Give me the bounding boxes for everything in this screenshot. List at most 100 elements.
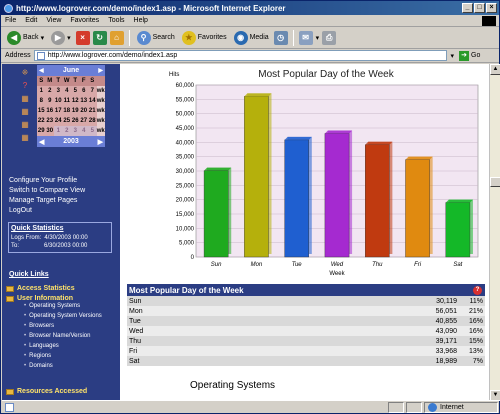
search-label: Search <box>152 34 175 41</box>
calendar-day[interactable]: 23 <box>46 116 55 126</box>
menu-file[interactable]: File <box>5 17 16 24</box>
forward-button[interactable]: ▶ ▾ <box>49 30 73 46</box>
calendar-day[interactable]: 30 <box>46 126 55 136</box>
scroll-thumb[interactable] <box>490 177 500 187</box>
calendar-day[interactable]: 9 <box>46 96 55 106</box>
address-url: http://www.logrover.com/demo/index1.asp <box>47 52 178 59</box>
close-button[interactable]: × <box>486 3 497 13</box>
next-month-icon[interactable]: ▶ <box>98 67 103 74</box>
y-tick-label: 45,000 <box>176 126 195 132</box>
address-input[interactable]: http://www.logrover.com/demo/index1.asp <box>33 50 448 61</box>
help-icon[interactable]: ? <box>20 81 30 91</box>
print-icon[interactable]: ⎙ <box>322 30 337 45</box>
calendar-week-link[interactable]: wk <box>96 126 105 136</box>
minimize-button[interactable]: _ <box>462 3 473 13</box>
calendar-day[interactable]: 15 <box>37 106 46 116</box>
sidebar-item-os-versions[interactable]: • Operating System Versions <box>24 313 112 320</box>
calendar-day[interactable]: 18 <box>63 106 72 116</box>
sidebar-item-operating-systems[interactable]: • Operating Systems <box>24 303 112 310</box>
prev-month-icon[interactable]: ◀ <box>39 67 44 74</box>
calendar-day[interactable]: 6 <box>80 86 89 96</box>
calendar-day[interactable]: 28 <box>88 116 97 126</box>
calendar-day[interactable]: 11 <box>63 96 72 106</box>
calendar-week-link[interactable]: wk <box>96 106 105 116</box>
calendar-day[interactable]: 7 <box>88 86 97 96</box>
scroll-up-icon[interactable]: ▲ <box>490 64 500 75</box>
calendar-day[interactable]: 16 <box>46 106 55 116</box>
refresh-icon[interactable]: ↻ <box>92 30 107 45</box>
sidebar-item-domains[interactable]: • Domains <box>24 363 112 370</box>
menu-favorites[interactable]: Favorites <box>70 17 99 24</box>
zone-label: Internet <box>440 403 464 411</box>
logout-link[interactable]: LogOut <box>9 207 85 214</box>
compare-view-link[interactable]: Switch to Compare View <box>9 187 85 194</box>
grid-icon[interactable]: ▦ <box>20 120 30 130</box>
calendar-day[interactable]: 4 <box>63 86 72 96</box>
grid-icon[interactable]: ⁜ <box>20 68 30 78</box>
resources-accessed-folder[interactable]: Resources Accessed <box>2 386 120 397</box>
menu-help[interactable]: Help <box>134 17 148 24</box>
home-icon[interactable]: ⌂ <box>109 30 124 45</box>
prev-year-icon[interactable]: ◀ <box>39 138 44 146</box>
stop-icon[interactable]: × <box>75 30 90 45</box>
calendar-day[interactable]: 21 <box>88 106 97 116</box>
go-button[interactable]: ➜ Go <box>457 50 499 61</box>
calendar-day[interactable]: 3 <box>54 86 63 96</box>
calendar-icon[interactable]: ▦ <box>20 107 30 117</box>
quick-links-title[interactable]: Quick Links <box>9 271 49 278</box>
menu-edit[interactable]: Edit <box>25 17 37 24</box>
address-dropdown-icon[interactable]: ▾ <box>450 52 454 60</box>
menu-tools[interactable]: Tools <box>108 17 124 24</box>
calendar-day[interactable]: 2 <box>46 86 55 96</box>
back-button[interactable]: ◀ Back ▾ <box>5 30 46 46</box>
calendar-day[interactable]: 5 <box>71 86 80 96</box>
menu-view[interactable]: View <box>46 17 61 24</box>
calendar-day[interactable]: 4 <box>79 126 88 136</box>
sidebar-item-browsers[interactable]: • Browsers <box>24 323 112 330</box>
history-icon[interactable]: ◷ <box>273 30 288 45</box>
calendar-day[interactable]: 19 <box>71 106 80 116</box>
calendar-day[interactable]: 14 <box>88 96 97 106</box>
bar-top <box>204 167 232 171</box>
calendar-grid: S M T W T F S 1 2 3 4 5 6 7 wk 8 9 10 11 12 13 14 wk 15 16 17 18 19… <box>37 76 105 136</box>
maximize-button[interactable]: □ <box>474 3 485 13</box>
calendar-day[interactable]: 29 <box>37 126 46 136</box>
calendar-day[interactable]: 5 <box>88 126 97 136</box>
vertical-scrollbar[interactable]: ▲ ▼ <box>489 64 500 401</box>
table-icon[interactable]: ▦ <box>20 94 30 104</box>
media-button[interactable]: ◉ Media <box>232 30 271 46</box>
configure-profile-link[interactable]: Configure Your Profile <box>9 177 85 184</box>
ie-icon <box>4 3 13 13</box>
search-button[interactable]: ⚲ Search <box>135 30 177 46</box>
mail-icon[interactable]: ✉ <box>298 30 313 45</box>
quick-statistics-title[interactable]: Quick Statistics <box>11 225 109 232</box>
calendar-week-link[interactable]: wk <box>96 96 105 106</box>
calendar-day[interactable]: 25 <box>63 116 72 126</box>
calendar-day[interactable]: 2 <box>62 126 71 136</box>
bullet-icon: • <box>24 333 27 339</box>
calendar-day[interactable]: 20 <box>80 106 89 116</box>
calendar-day[interactable]: 1 <box>37 86 46 96</box>
calendar-day[interactable]: 3 <box>71 126 80 136</box>
calendar-day[interactable]: 10 <box>54 96 63 106</box>
calendar-day[interactable]: 27 <box>80 116 89 126</box>
favorites-button[interactable]: ★ Favorites <box>180 30 229 46</box>
sidebar-item-browser-version[interactable]: • Browser Name/Version <box>24 333 112 340</box>
calendar-day[interactable]: 17 <box>54 106 63 116</box>
help-icon[interactable]: ? <box>473 285 482 295</box>
manage-target-pages-link[interactable]: Manage Target Pages <box>9 197 85 204</box>
sidebar-item-languages[interactable]: • Languages <box>24 343 112 350</box>
grid-icon[interactable]: ▦ <box>20 133 30 143</box>
calendar-day[interactable]: 12 <box>71 96 80 106</box>
calendar-day[interactable]: 8 <box>37 96 46 106</box>
chevron-down-icon[interactable]: ▾ <box>316 34 320 42</box>
sidebar-item-regions[interactable]: • Regions <box>24 353 112 360</box>
calendar-week-link[interactable]: wk <box>96 86 105 96</box>
calendar-day[interactable]: 1 <box>54 126 63 136</box>
calendar-day[interactable]: 26 <box>71 116 80 126</box>
calendar-day[interactable]: 22 <box>37 116 46 126</box>
calendar-week-link[interactable]: wk <box>96 116 105 126</box>
calendar-day[interactable]: 24 <box>54 116 63 126</box>
calendar-day[interactable]: 13 <box>80 96 89 106</box>
next-year-icon[interactable]: ▶ <box>98 138 103 146</box>
